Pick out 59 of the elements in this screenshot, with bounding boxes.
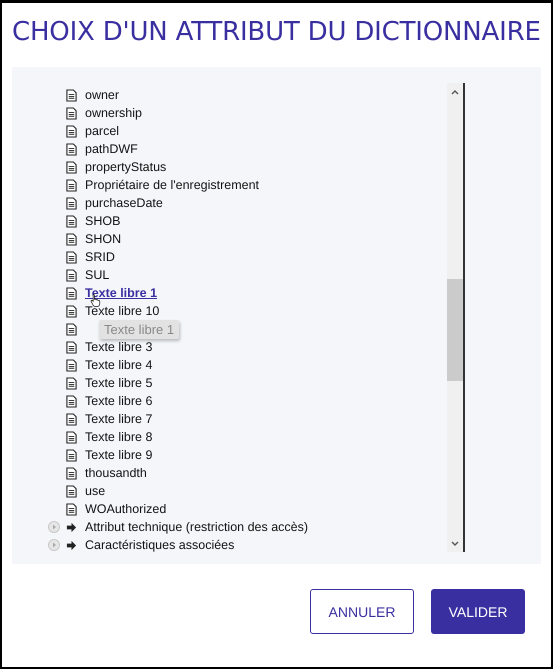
cancel-button[interactable]: ANNULER [310,589,414,634]
document-icon [66,142,77,156]
document-icon [66,376,77,390]
document-icon [66,214,77,228]
scrollbar[interactable] [447,83,465,552]
document-icon [66,484,77,498]
document-icon [66,106,77,120]
tree-item[interactable]: Texte libre 6 [85,394,152,408]
document-icon [66,466,77,480]
document-icon [66,448,77,462]
tree-item[interactable]: SRID [85,250,115,264]
tree-item[interactable]: SHOB [85,214,120,228]
tree-item[interactable]: Propriétaire de l'enregistrement [85,178,259,192]
tree-item[interactable]: SUL [85,268,110,282]
tree-item[interactable]: Texte libre 9 [85,448,152,462]
document-icon [66,412,77,426]
tree-item[interactable]: Texte libre 3 [85,340,152,354]
document-icon [66,124,77,138]
document-icon [66,322,77,336]
document-icon [66,358,77,372]
document-icon [66,196,77,210]
tree-item[interactable]: WOAuthorized [85,502,166,516]
tree-item[interactable]: Texte libre 5 [85,376,152,390]
tree-item[interactable]: Texte libre 1 [85,286,158,300]
document-icon [66,160,77,174]
document-icon [66,340,77,354]
document-icon [66,232,77,246]
tree-item[interactable]: Caractéristiques associées [85,538,234,552]
tree-item[interactable]: SHON [85,232,122,246]
arrow-icon [66,522,77,532]
scrollbar-thumb[interactable] [447,279,463,381]
tree-item[interactable]: Texte libre 4 [85,358,152,372]
tree-item[interactable]: Attribut technique (restriction des accès) [85,520,308,534]
document-icon [66,178,77,192]
tooltip: Texte libre 1 [99,320,180,339]
tree-item[interactable]: purchaseDate [85,196,163,210]
document-icon [66,394,77,408]
validate-button[interactable]: VALIDER [431,589,525,634]
tree-item[interactable]: use [85,484,106,498]
tree-item[interactable]: Texte libre 10 [85,304,160,318]
dialog-title: CHOIX D'UN ATTRIBUT DU DICTIONNAIRE [12,17,542,47]
tree-item[interactable]: pathDWF [85,142,138,156]
document-icon [66,304,77,318]
arrow-icon [66,540,77,550]
tree-item[interactable]: ownership [85,106,142,120]
tree-item[interactable]: owner [85,88,120,102]
tree-item[interactable]: propertyStatus [85,160,166,174]
scroll-up-icon[interactable] [451,89,459,95]
scroll-down-icon[interactable] [451,541,459,547]
document-icon [66,268,77,282]
tree-item[interactable]: parcel [85,124,120,138]
document-icon [66,430,77,444]
tree-item[interactable]: thousandth [85,466,147,480]
document-icon [66,502,77,516]
tree-item[interactable]: Texte libre 8 [85,430,152,444]
document-icon [66,88,77,102]
document-icon [66,250,77,264]
tree-item[interactable]: Texte libre 7 [85,412,152,426]
document-icon [66,286,77,300]
